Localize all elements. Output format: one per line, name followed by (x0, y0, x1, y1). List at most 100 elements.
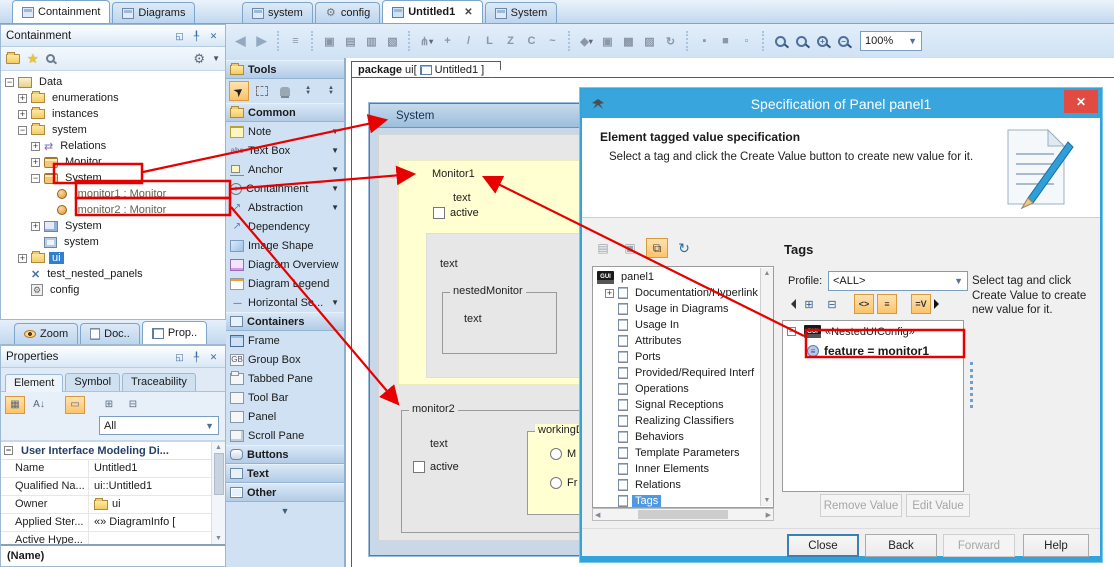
zoom-in-icon[interactable]: + (812, 32, 833, 51)
tree-expander-icon[interactable]: + (605, 289, 614, 298)
copy-related-icon[interactable]: ▧ (382, 32, 403, 51)
palette-section-common[interactable]: Common (226, 103, 344, 122)
zoom-level-select[interactable]: 100%▼ (860, 31, 922, 51)
spec-tree-item[interactable]: Relations (593, 477, 773, 493)
edit-value-button[interactable]: Edit Value (906, 494, 970, 517)
tree-item[interactable]: −Data (1, 74, 225, 90)
clone-icon[interactable]: ▣ (619, 238, 641, 258)
spec-tree-root[interactable]: GUIpanel1 (593, 269, 773, 285)
tree-item[interactable]: −System (1, 170, 225, 186)
property-row[interactable]: NameUntitled1 (1, 460, 225, 478)
package-header-tab[interactable]: package ui[ Untitled1 ] (351, 61, 501, 78)
tree-item[interactable]: +ui (1, 250, 225, 266)
tree-item[interactable]: +Monitor (1, 154, 225, 170)
monitor1-active-checkbox[interactable] (433, 207, 445, 219)
palette-item-horizontal-se-[interactable]: ----Horizontal Se...▼ (226, 293, 344, 312)
tree-item[interactable]: -monitor1 : Monitor (1, 186, 225, 202)
nested-monitor-groupbox[interactable]: nestedMonitor text (442, 292, 557, 354)
collapse-all-icon[interactable]: ⊟ (123, 396, 143, 414)
tag-value-row[interactable]: ≡ feature = monitor1 (807, 344, 929, 358)
scroll-up-icon[interactable]: ▲ (764, 270, 771, 277)
fit-in-window-icon[interactable] (770, 32, 791, 51)
remove-value-button[interactable]: Remove Value (820, 494, 902, 517)
chevron-down-icon[interactable]: ▼ (331, 203, 339, 212)
pane-splitter-handle[interactable] (970, 362, 974, 408)
property-row[interactable]: Qualified Na...ui::Untitled1 (1, 478, 225, 496)
collapse-pane-icon[interactable] (786, 299, 796, 309)
chevron-down-icon[interactable]: ▾ (429, 37, 433, 46)
show-tags-mode-icon[interactable]: ⧉ (646, 238, 668, 258)
vertical-collapse-icon[interactable]: ▲▼ (321, 81, 341, 101)
palette-item-dependency[interactable]: ↗Dependency (226, 217, 344, 236)
stereotype-row[interactable]: − GUI «NestedUIConfig» (787, 325, 915, 338)
spec-tree-item[interactable]: Usage in Diagrams (593, 301, 773, 317)
tree-expander-icon[interactable]: − (5, 78, 14, 87)
zoom-selection-icon[interactable] (791, 32, 812, 51)
tree-item[interactable]: +⇄Relations (1, 138, 225, 154)
dialog-title-bar[interactable]: Specification of Panel panel1 ✕ (582, 90, 1100, 118)
palette-item-scroll-pane[interactable]: Scroll Pane (226, 426, 344, 445)
palette-section-containers[interactable]: Containers (226, 312, 344, 331)
properties-section-header[interactable]: − User Interface Modeling Di... (1, 442, 225, 460)
scroll-up-icon[interactable]: ▲ (215, 444, 222, 451)
chevron-down-icon[interactable]: ▼ (331, 184, 339, 193)
scroll-right-icon[interactable]: ▶ (766, 511, 771, 519)
to-front-icon[interactable]: ▣ (597, 32, 618, 51)
spec-tree-item[interactable]: Inner Elements (593, 461, 773, 477)
palette-item-anchor[interactable]: Anchor▼ (226, 160, 344, 179)
palette-section-other[interactable]: Other (226, 483, 344, 502)
line-oblique-icon[interactable]: Z (500, 32, 521, 51)
favorites-star-icon[interactable]: ★ (27, 51, 39, 67)
palette-item-diagram-overview[interactable]: Diagram Overview (226, 255, 344, 274)
tree-expander-icon[interactable]: − (787, 327, 796, 336)
spec-tree-item[interactable]: Signal Receptions (593, 397, 773, 413)
properties-tab-symbol[interactable]: Symbol (65, 373, 120, 391)
collapse-all-icon[interactable]: ⊟ (822, 294, 842, 314)
to-back-icon[interactable]: ▩ (618, 32, 639, 51)
spec-tree-item[interactable]: Ports (593, 349, 773, 365)
cursor-icon[interactable]: ➤ (229, 81, 249, 101)
group-by-profile-icon[interactable]: ≡ (877, 294, 897, 314)
forward-arrow-icon[interactable]: ▶ (251, 32, 272, 51)
property-row[interactable]: Active Hype... (1, 532, 225, 544)
properties-tab-element[interactable]: Element (5, 374, 63, 392)
tree-expander-icon[interactable]: + (31, 142, 40, 151)
scroll-thumb[interactable] (214, 453, 224, 495)
show-description-icon[interactable]: ▭ (65, 396, 85, 414)
scroll-left-icon[interactable]: ◀ (595, 511, 600, 519)
spec-tree-item[interactable]: Behaviors (593, 429, 773, 445)
spec-tree-item[interactable]: Provided/Required Interf (593, 365, 773, 381)
view-tab-prop[interactable]: Prop.. (142, 321, 207, 344)
vertical-expand-icon[interactable]: ▲▼ (298, 81, 318, 101)
categorized-view-icon[interactable]: ▦ (5, 396, 25, 414)
open-project-icon[interactable] (6, 54, 20, 64)
working-radio-1[interactable] (550, 448, 562, 460)
tab-config[interactable]: ⚙config (315, 2, 380, 23)
show-default-values-icon[interactable]: <> (854, 294, 874, 314)
line-straight-icon[interactable]: / (458, 32, 479, 51)
display-mode-1-icon[interactable]: ▪ (694, 32, 715, 51)
properties-scrollbar[interactable]: ▲ ▼ (211, 442, 225, 544)
help-button[interactable]: Help (1023, 534, 1089, 557)
tree-expander-icon[interactable]: + (31, 158, 40, 167)
spec-tree-item[interactable]: Template Parameters (593, 445, 773, 461)
expand-pane-icon[interactable] (934, 299, 944, 309)
float-panel-icon[interactable]: ◱ (173, 30, 186, 42)
copy-icon[interactable]: ▣ (319, 32, 340, 51)
properties-tab-traceability[interactable]: Traceability (122, 373, 196, 391)
chevron-down-icon[interactable]: ▼ (331, 298, 339, 307)
scroll-down-icon[interactable]: ▼ (764, 497, 771, 504)
line-custom-icon[interactable]: ~ (542, 32, 563, 51)
spec-tree-item[interactable]: Operations (593, 381, 773, 397)
display-mode-2-icon[interactable]: ■ (715, 32, 736, 51)
tab-containment[interactable]: Containment (12, 0, 110, 23)
monitor2-active-checkbox[interactable] (413, 461, 425, 473)
zoom-out-icon[interactable]: − (833, 32, 854, 51)
spec-tree-item[interactable]: Tags (593, 493, 773, 508)
refresh-icon[interactable]: ↻ (673, 238, 695, 258)
show-values-icon[interactable]: =V (911, 294, 931, 314)
close-panel-icon[interactable]: ✕ (207, 351, 220, 363)
display-mode-3-icon[interactable]: ▫ (736, 32, 757, 51)
palette-item-group-box[interactable]: GBGroup Box (226, 350, 344, 369)
line-rectilinear-icon[interactable]: L (479, 32, 500, 51)
